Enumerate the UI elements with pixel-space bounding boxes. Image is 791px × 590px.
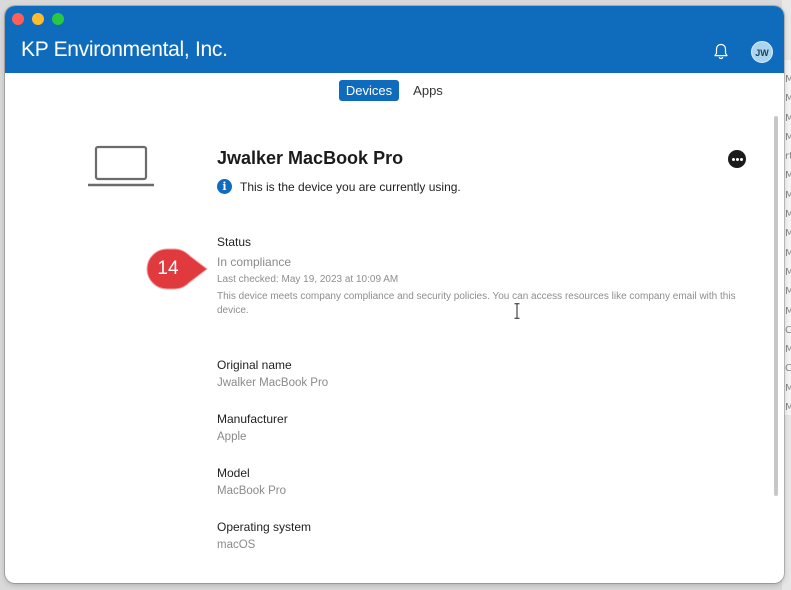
current-device-text: This is the device you are currently usi… [240, 179, 461, 194]
close-window-button[interactable] [12, 13, 24, 25]
app-title: KP Environmental, Inc. [21, 38, 228, 61]
device-title: Jwalker MacBook Pro [217, 148, 404, 168]
vertical-scrollbar[interactable] [774, 116, 778, 496]
original-name-value: Jwalker MacBook Pro [217, 377, 329, 389]
bell-icon[interactable] [713, 43, 729, 61]
last-checked: Last checked: May 19, 2023 at 10:09 AM [217, 274, 399, 285]
step-callout-number: 14 [157, 258, 179, 279]
more-options-button[interactable] [728, 150, 746, 168]
status-label: Status [217, 235, 252, 249]
tab-apps[interactable]: Apps [409, 80, 447, 101]
compliance-description: This device meets company compliance and… [217, 291, 736, 316]
model-label: Model [217, 466, 250, 480]
manufacturer-value: Apple [217, 431, 247, 443]
text-cursor-icon [514, 303, 520, 319]
model-value: MacBook Pro [217, 485, 287, 497]
avatar[interactable]: JW [751, 41, 773, 63]
manufacturer-label: Manufacturer [217, 412, 288, 426]
original-name-label: Original name [217, 358, 292, 372]
company-portal-window: KP Environmental, Inc. JW Devices Apps J… [5, 6, 784, 583]
info-icon: i [217, 179, 232, 194]
tab-devices[interactable]: Devices [339, 80, 399, 101]
minimize-window-button[interactable] [32, 13, 44, 25]
tab-bar: Devices Apps [5, 80, 784, 102]
laptop-icon [88, 145, 154, 187]
zoom-window-button[interactable] [52, 13, 64, 25]
title-bar: KP Environmental, Inc. JW [5, 6, 784, 73]
current-device-notice: i This is the device you are currently u… [217, 179, 461, 194]
operating-system-label: Operating system [217, 520, 312, 534]
operating-system-value: macOS [217, 539, 256, 551]
status-value: In compliance [217, 255, 292, 269]
